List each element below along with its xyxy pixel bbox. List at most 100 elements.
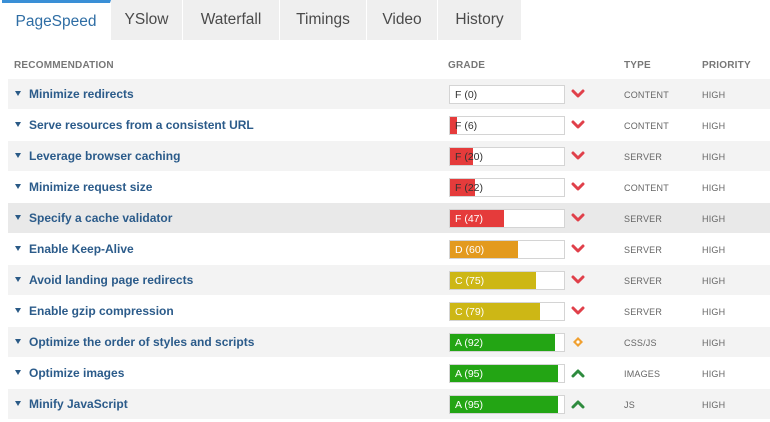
- trend-up-icon: [571, 400, 585, 409]
- table-header: RECOMMENDATION GRADE TYPE PRIORITY: [8, 56, 770, 76]
- table-row[interactable]: Minimize redirects F (0) CONTENT HIGH: [8, 78, 770, 109]
- grade-bar: F (6): [449, 116, 565, 135]
- grade-bar: F (0): [449, 85, 565, 104]
- table-row[interactable]: Avoid landing page redirects C (75) SERVER…: [8, 264, 770, 295]
- trend-down-icon: [571, 182, 585, 191]
- trend-down-icon: [571, 89, 585, 98]
- tab-history[interactable]: History: [438, 0, 522, 40]
- type-value: SERVER: [624, 214, 663, 224]
- grade-label: C (79): [455, 306, 485, 318]
- grade-label: F (0): [455, 89, 478, 101]
- table-row[interactable]: Minimize request size F (22) CONTENT HIGH: [8, 171, 770, 202]
- grade-label: A (95): [455, 368, 484, 380]
- type-value: IMAGES: [624, 369, 661, 379]
- column-header-type: TYPE: [624, 60, 651, 71]
- priority-value: HIGH: [702, 400, 726, 410]
- grade-bar: A (95): [449, 395, 565, 414]
- priority-value: HIGH: [702, 338, 726, 348]
- recommendation-name[interactable]: Optimize the order of styles and scripts: [29, 335, 254, 349]
- trend-down-icon: [571, 244, 585, 253]
- expand-caret-icon[interactable]: [15, 339, 21, 344]
- table-row[interactable]: Enable gzip compression C (79) SERVER HIGH: [8, 295, 770, 326]
- grade-bar: A (95): [449, 364, 565, 383]
- type-value: CONTENT: [624, 121, 669, 131]
- recommendation-name[interactable]: Avoid landing page redirects: [29, 273, 193, 287]
- grade-label: F (20): [455, 151, 484, 163]
- trend-down-icon: [571, 213, 585, 222]
- tab-pagespeed[interactable]: PageSpeed: [2, 0, 111, 40]
- column-header-recommendation: RECOMMENDATION: [14, 60, 114, 71]
- priority-value: HIGH: [702, 214, 726, 224]
- expand-caret-icon[interactable]: [15, 308, 21, 313]
- grade-bar: D (60): [449, 240, 565, 259]
- grade-bar: F (20): [449, 147, 565, 166]
- priority-value: HIGH: [702, 307, 726, 317]
- type-value: JS: [624, 400, 635, 410]
- trend-down-icon: [571, 275, 585, 284]
- expand-caret-icon[interactable]: [15, 91, 21, 96]
- type-value: CONTENT: [624, 90, 669, 100]
- priority-value: HIGH: [702, 121, 726, 131]
- table-row[interactable]: Minify JavaScript A (95) JS HIGH: [8, 388, 770, 419]
- trend-neutral-icon: [573, 337, 583, 347]
- recommendation-table: Minimize redirects F (0) CONTENT HIGH Serve …: [8, 78, 770, 419]
- column-header-priority: PRIORITY: [702, 60, 751, 71]
- tab-bar: PageSpeed YSlow Waterfall Timings Video Histo…: [2, 0, 522, 40]
- grade-bar: F (22): [449, 178, 565, 197]
- grade-bar: F (47): [449, 209, 565, 228]
- table-row[interactable]: Serve resources from a consistent URL F (…: [8, 109, 770, 140]
- column-header-grade: GRADE: [448, 60, 486, 71]
- trend-down-icon: [571, 120, 585, 129]
- recommendation-name[interactable]: Leverage browser caching: [29, 149, 180, 163]
- priority-value: HIGH: [702, 152, 726, 162]
- expand-caret-icon[interactable]: [15, 122, 21, 127]
- expand-caret-icon[interactable]: [15, 370, 21, 375]
- grade-label: D (60): [455, 244, 485, 256]
- expand-caret-icon[interactable]: [15, 153, 21, 158]
- table-row[interactable]: Enable Keep-Alive D (60) SERVER HIGH: [8, 233, 770, 264]
- expand-caret-icon[interactable]: [15, 184, 21, 189]
- tab-timings[interactable]: Timings: [280, 0, 367, 40]
- table-row[interactable]: Specify a cache validator F (47) SERVER HIG…: [8, 202, 770, 233]
- type-value: CONTENT: [624, 183, 669, 193]
- recommendation-name[interactable]: Enable Keep-Alive: [29, 242, 134, 256]
- recommendation-name[interactable]: Minimize request size: [29, 180, 152, 194]
- type-value: SERVER: [624, 245, 663, 255]
- expand-caret-icon[interactable]: [15, 215, 21, 220]
- grade-label: A (92): [455, 337, 484, 349]
- recommendation-name[interactable]: Minify JavaScript: [29, 397, 128, 411]
- table-row[interactable]: Leverage browser caching F (20) SERVER HIGH: [8, 140, 770, 171]
- table-row[interactable]: Optimize images A (95) IMAGES HIGH: [8, 357, 770, 388]
- recommendation-name[interactable]: Optimize images: [29, 366, 124, 380]
- expand-caret-icon[interactable]: [15, 246, 21, 251]
- priority-value: HIGH: [702, 245, 726, 255]
- expand-caret-icon[interactable]: [15, 401, 21, 406]
- expand-caret-icon[interactable]: [15, 277, 21, 282]
- type-value: SERVER: [624, 152, 663, 162]
- grade-bar: C (75): [449, 271, 565, 290]
- type-value: CSS/JS: [624, 338, 657, 348]
- grade-bar: C (79): [449, 302, 565, 321]
- grade-label: F (22): [455, 182, 484, 194]
- tab-video[interactable]: Video: [367, 0, 438, 40]
- trend-up-icon: [571, 369, 585, 378]
- grade-label: A (95): [455, 399, 484, 411]
- recommendation-name[interactable]: Serve resources from a consistent URL: [29, 118, 254, 132]
- priority-value: HIGH: [702, 369, 726, 379]
- priority-value: HIGH: [702, 90, 726, 100]
- trend-down-icon: [571, 306, 585, 315]
- grade-bar: A (92): [449, 333, 565, 352]
- recommendation-name[interactable]: Minimize redirects: [29, 87, 134, 101]
- grade-label: C (75): [455, 275, 485, 287]
- recommendation-name[interactable]: Enable gzip compression: [29, 304, 174, 318]
- trend-down-icon: [571, 151, 585, 160]
- type-value: SERVER: [624, 276, 663, 286]
- priority-value: HIGH: [702, 276, 726, 286]
- table-row[interactable]: Optimize the order of styles and scripts…: [8, 326, 770, 357]
- recommendation-name[interactable]: Specify a cache validator: [29, 211, 172, 225]
- grade-label: F (47): [455, 213, 484, 225]
- tab-waterfall[interactable]: Waterfall: [183, 0, 280, 40]
- priority-value: HIGH: [702, 183, 726, 193]
- tab-yslow[interactable]: YSlow: [111, 0, 183, 40]
- grade-label: F (6): [455, 120, 478, 132]
